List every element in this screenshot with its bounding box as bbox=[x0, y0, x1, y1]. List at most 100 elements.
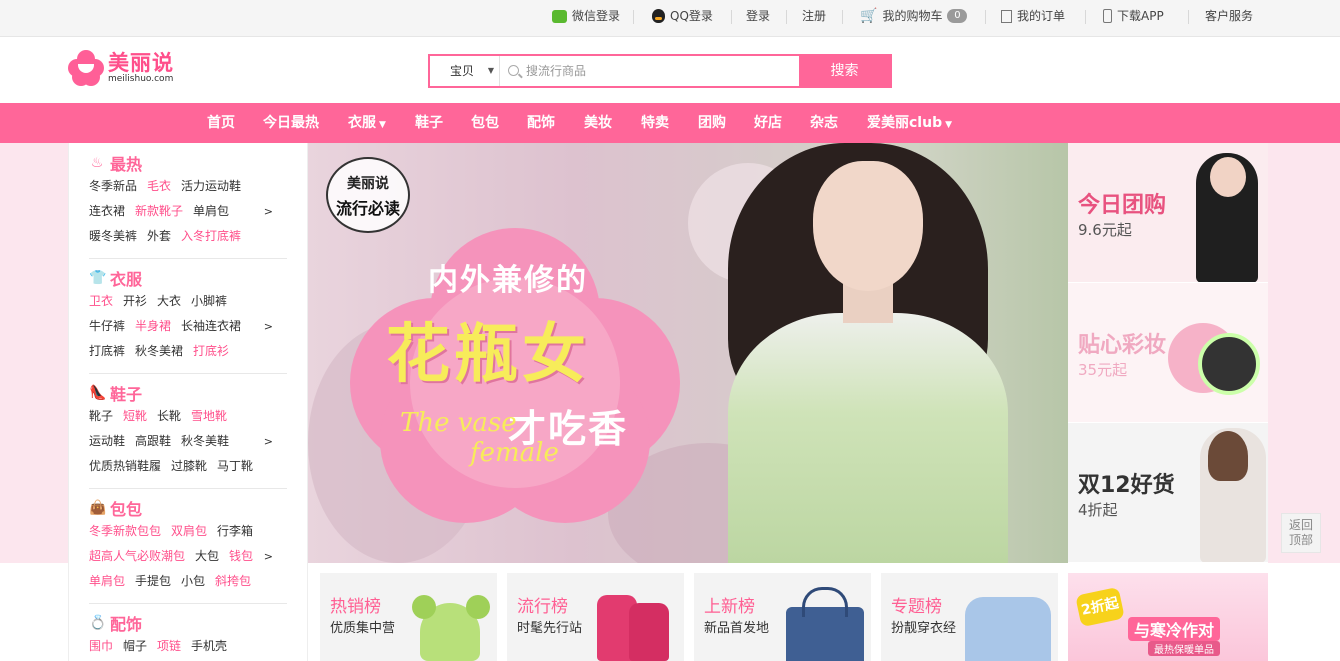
my-orders-label: 我的订单 bbox=[1017, 9, 1066, 23]
promo-makeup[interactable]: 贴心彩妆 35元起 bbox=[1068, 283, 1268, 423]
category-link[interactable]: 过膝靴 bbox=[171, 459, 207, 473]
category-link[interactable]: 雪地靴 bbox=[191, 409, 227, 423]
promo-double12[interactable]: 双12好货 4折起 bbox=[1068, 423, 1268, 563]
category-link[interactable]: 长袖连衣裙 bbox=[181, 319, 241, 333]
search-button[interactable]: 搜索 bbox=[799, 56, 890, 86]
promo-group-buy[interactable]: 今日团购 9.6元起 bbox=[1068, 143, 1268, 283]
category-link[interactable]: 手机壳 bbox=[191, 639, 227, 653]
category-link[interactable]: 单肩包 bbox=[89, 574, 125, 588]
category-accessories: 💍 配饰 围巾 帽子 项链 手机壳 bbox=[89, 612, 287, 659]
category-link[interactable]: 卫衣 bbox=[89, 294, 113, 308]
category-header[interactable]: 💍 配饰 bbox=[89, 612, 287, 634]
card-subtitle: 时髦先行站 bbox=[517, 621, 583, 636]
category-link[interactable]: 双肩包 bbox=[171, 524, 207, 538]
ranking-card-new[interactable]: 上新榜 新品首发地 bbox=[694, 573, 871, 661]
category-link[interactable]: 手提包 bbox=[135, 574, 171, 588]
category-link[interactable]: 开衫 bbox=[123, 294, 147, 308]
shoe-icon: 👠 bbox=[89, 385, 107, 401]
shopping-cart-icon: 🛒 bbox=[860, 8, 878, 24]
search-input[interactable]: 搜流行商品 bbox=[500, 56, 799, 86]
category-link[interactable]: 大衣 bbox=[157, 294, 181, 308]
discount-tag: 2折起 bbox=[1075, 586, 1125, 628]
category-link[interactable]: 运动鞋 bbox=[89, 434, 125, 448]
wechat-login-link[interactable]: 微信登录 bbox=[552, 0, 620, 32]
left-background-band bbox=[0, 143, 68, 563]
category-link[interactable]: 秋冬美裙 bbox=[135, 344, 183, 358]
category-link[interactable]: 行李箱 bbox=[217, 524, 253, 538]
category-link[interactable]: 小脚裤 bbox=[191, 294, 227, 308]
category-link[interactable]: 秋冬美鞋 bbox=[181, 434, 229, 448]
category-link[interactable]: 半身裙 bbox=[135, 319, 171, 333]
category-header[interactable]: ♨ 最热 bbox=[89, 152, 287, 174]
ranking-card-trend[interactable]: 流行榜 时髦先行站 bbox=[507, 573, 684, 661]
nav-item-today-hot[interactable]: 今日最热 bbox=[263, 103, 319, 143]
order-document-icon bbox=[1001, 9, 1012, 23]
winter-promo-card[interactable]: 2折起 与寒冷作对 最热保暖单品 bbox=[1068, 573, 1268, 661]
category-link[interactable]: 小包 bbox=[181, 574, 205, 588]
category-link[interactable]: 长靴 bbox=[157, 409, 181, 423]
nav-item-magazine[interactable]: 杂志 bbox=[810, 103, 838, 143]
chevron-right-icon[interactable]: > bbox=[264, 429, 273, 454]
nav-item-accessories[interactable]: 配饰 bbox=[527, 103, 555, 143]
register-link[interactable]: 注册 bbox=[802, 0, 826, 32]
category-link[interactable]: 马丁靴 bbox=[217, 459, 253, 473]
category-link[interactable]: 打底衫 bbox=[193, 344, 229, 358]
category-row: 靴子 短靴 长靴 雪地靴 bbox=[89, 404, 287, 429]
nav-item-good-shops[interactable]: 好店 bbox=[754, 103, 782, 143]
nav-item-clothes[interactable]: 衣服 ▼ bbox=[348, 103, 386, 143]
download-app-link[interactable]: 下载APP bbox=[1103, 0, 1164, 32]
nav-item-club[interactable]: 爱美丽club ▼ bbox=[867, 103, 952, 143]
category-link[interactable]: 斜挎包 bbox=[215, 574, 251, 588]
site-logo[interactable]: 美丽说 meilishuo.com bbox=[68, 50, 174, 86]
category-link[interactable]: 牛仔裤 bbox=[89, 319, 125, 333]
category-header[interactable]: 👜 包包 bbox=[89, 497, 287, 519]
category-link[interactable]: 连衣裙 bbox=[89, 204, 125, 218]
ring-icon: 💍 bbox=[89, 615, 107, 631]
chevron-right-icon[interactable]: > bbox=[264, 314, 273, 339]
category-link[interactable]: 毛衣 bbox=[147, 179, 171, 193]
category-link[interactable]: 帽子 bbox=[123, 639, 147, 653]
category-link[interactable]: 冬季新款包包 bbox=[89, 524, 161, 538]
category-link[interactable]: 冬季新品 bbox=[89, 179, 137, 193]
login-link[interactable]: 登录 bbox=[746, 0, 770, 32]
category-link[interactable]: 优质热销鞋履 bbox=[89, 459, 161, 473]
chevron-right-icon[interactable]: > bbox=[264, 199, 273, 224]
ranking-card-hot[interactable]: 热销榜 优质集中营 bbox=[320, 573, 497, 661]
customer-service-link[interactable]: 客户服务 bbox=[1205, 0, 1253, 32]
back-to-top-button[interactable]: 返回 顶部 bbox=[1281, 513, 1321, 553]
search-scope-select[interactable]: 宝贝 ▼ bbox=[430, 56, 500, 86]
category-link[interactable]: 靴子 bbox=[89, 409, 113, 423]
shirt-icon: 👕 bbox=[89, 270, 107, 286]
category-link[interactable]: 外套 bbox=[147, 229, 171, 243]
nav-item-beauty[interactable]: 美妆 bbox=[584, 103, 612, 143]
category-link[interactable]: 钱包 bbox=[229, 549, 253, 563]
promo-compact-image bbox=[1198, 333, 1260, 395]
nav-item-home[interactable]: 首页 bbox=[207, 103, 235, 143]
category-link[interactable]: 超高人气必败潮包 bbox=[89, 549, 185, 563]
my-orders-link[interactable]: 我的订单 bbox=[1001, 0, 1065, 32]
category-header[interactable]: 👕 衣服 bbox=[89, 267, 287, 289]
category-link[interactable]: 活力运动鞋 bbox=[181, 179, 241, 193]
ranking-card-topic[interactable]: 专题榜 扮靓穿衣经 bbox=[881, 573, 1058, 661]
nav-item-sale[interactable]: 特卖 bbox=[641, 103, 669, 143]
category-link[interactable]: 项链 bbox=[157, 639, 181, 653]
category-link[interactable]: 短靴 bbox=[123, 409, 147, 423]
category-link[interactable]: 单肩包 bbox=[193, 204, 229, 218]
category-link[interactable]: 高跟鞋 bbox=[135, 434, 171, 448]
nav-item-bags[interactable]: 包包 bbox=[471, 103, 499, 143]
chevron-right-icon[interactable]: > bbox=[264, 544, 273, 569]
divider bbox=[89, 488, 287, 489]
category-link[interactable]: 围巾 bbox=[89, 639, 113, 653]
qq-login-link[interactable]: QQ登录 bbox=[652, 0, 713, 32]
category-link[interactable]: 打底裤 bbox=[89, 344, 125, 358]
category-link[interactable]: 大包 bbox=[195, 549, 219, 563]
category-link[interactable]: 入冬打底裤 bbox=[181, 229, 241, 243]
hero-banner[interactable]: 美丽说 流行必读 内外兼修的 花瓶女 才吃香 The vase female bbox=[308, 143, 1068, 563]
cart-link[interactable]: 🛒 我的购物车 0 bbox=[860, 0, 968, 32]
nav-item-shoes[interactable]: 鞋子 bbox=[415, 103, 443, 143]
category-link[interactable]: 暖冬美裤 bbox=[89, 229, 137, 243]
category-link[interactable]: 新款靴子 bbox=[135, 204, 183, 218]
nav-item-group-buy[interactable]: 团购 bbox=[698, 103, 726, 143]
hero-headline-1: 内外兼修的 bbox=[428, 263, 588, 298]
category-header[interactable]: 👠 鞋子 bbox=[89, 382, 287, 404]
